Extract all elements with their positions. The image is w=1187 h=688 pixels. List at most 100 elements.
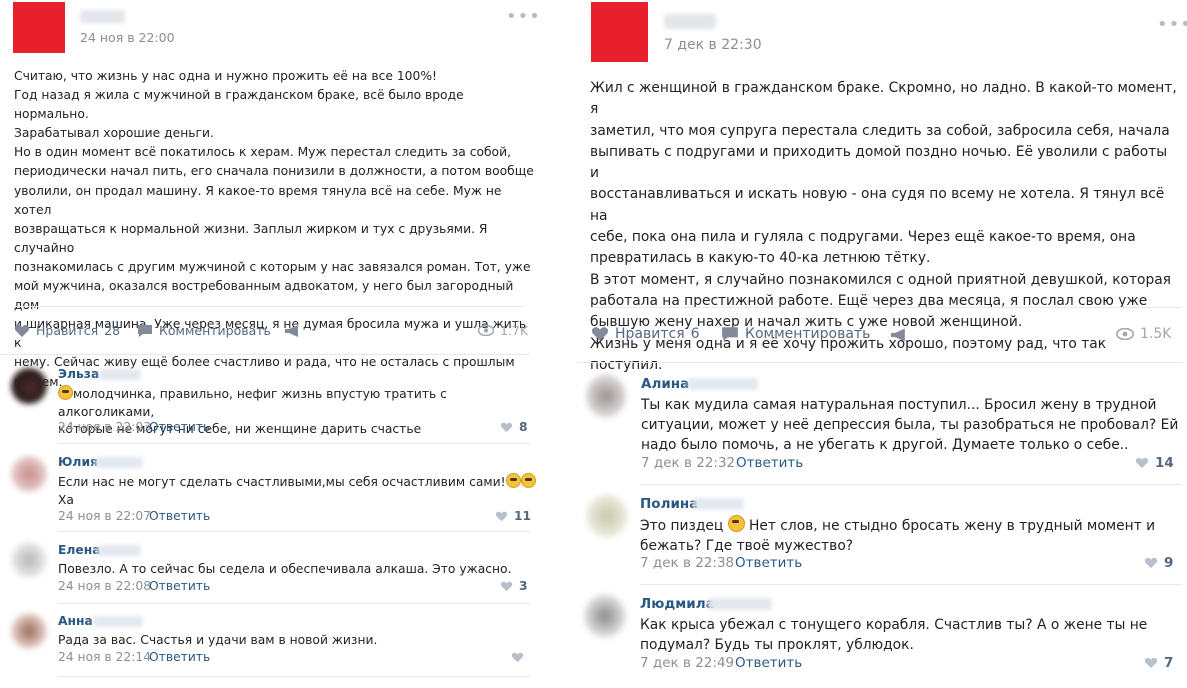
- commenter-name[interactable]: Елена: [58, 543, 101, 557]
- comment-date[interactable]: 24 ноя в 22:14: [58, 650, 151, 664]
- commenter-avatar[interactable]: [11, 613, 47, 649]
- reply-link[interactable]: Ответить: [735, 655, 802, 671]
- commenter-surname-blurred: [93, 616, 143, 627]
- comment-like-count: 9: [1164, 555, 1174, 571]
- comment-text-line: подумал? Будь ты проклят, ублюдок.: [640, 637, 914, 653]
- commenter-name[interactable]: Полина: [640, 496, 698, 512]
- comment: Елена Повезло. А то сейчас бы седела и о…: [0, 538, 540, 600]
- more-options-icon[interactable]: •••: [1157, 14, 1187, 35]
- commenter-name[interactable]: Эльза: [58, 367, 99, 381]
- commenter-name[interactable]: Юлия: [58, 455, 98, 469]
- commenter-name[interactable]: Анна: [58, 614, 93, 628]
- worried-emoji-icon: [727, 515, 745, 532]
- heart-icon: [1144, 557, 1158, 569]
- author-name-blurred[interactable]: [80, 10, 125, 23]
- comment-button[interactable]: Комментировать: [721, 326, 870, 342]
- commenter-surname-blurred: [694, 498, 744, 510]
- more-options-icon[interactable]: •••: [506, 6, 541, 27]
- post-text-line: В этот момент, я случайно познакомился с…: [590, 271, 1171, 288]
- divider: [58, 443, 530, 444]
- comment-text-line: Рада за вас. Счастья и удачи вам в новой…: [58, 633, 378, 647]
- comment-text-line: Ха: [58, 492, 74, 507]
- like-button[interactable]: Нравится 28: [14, 323, 120, 338]
- post-text: Считаю, что жизнь у нас одна и нужно про…: [14, 67, 534, 392]
- author-avatar[interactable]: [591, 2, 648, 62]
- like-button[interactable]: Нравится 6: [591, 326, 700, 342]
- heart-icon: [591, 327, 609, 341]
- divider: [640, 484, 1181, 485]
- comment-text-line: Повезло. А то сейчас бы седела и обеспеч…: [58, 562, 512, 576]
- comment-date[interactable]: 7 дек в 22:49: [640, 655, 734, 671]
- commenter-name[interactable]: Алина: [641, 376, 689, 392]
- commenter-avatar[interactable]: [11, 542, 47, 578]
- divider: [58, 531, 530, 532]
- comment-date[interactable]: 7 дек в 22:38: [640, 555, 734, 571]
- reply-link[interactable]: Ответить: [735, 555, 802, 571]
- comment-like-button[interactable]: [511, 652, 524, 663]
- divider: [14, 306, 524, 307]
- heart-icon: [511, 652, 524, 663]
- comment-like-button[interactable]: 8: [500, 420, 528, 434]
- like-label: Нравится: [615, 326, 685, 342]
- comment-like-button[interactable]: 11: [495, 509, 531, 523]
- author-name-blurred[interactable]: [664, 14, 716, 29]
- comment-date[interactable]: 24 ноя в 22:07: [58, 509, 151, 523]
- comment: Юлия Если нас не могут сделать счастливы…: [0, 450, 540, 530]
- heart-icon: [1135, 457, 1149, 469]
- heart-icon: [500, 422, 513, 432]
- commenter-avatar[interactable]: [586, 374, 626, 418]
- post-text-line: себе, пока она пила и гуляла с подругами…: [590, 229, 1136, 246]
- reply-link[interactable]: Ответить: [149, 650, 210, 664]
- share-icon[interactable]: [890, 327, 908, 343]
- commenter-avatar[interactable]: [11, 456, 47, 492]
- comment: Эльза молодчинка, правильно, нефиг жизнь…: [0, 362, 540, 442]
- views-counter: 1.5K: [1116, 326, 1171, 342]
- sunglasses-emoji-icon: [505, 473, 521, 488]
- commenter-surname-blurred: [99, 369, 141, 380]
- commenter-surname-blurred: [95, 457, 143, 468]
- heart-icon: [1144, 657, 1158, 669]
- comment-icon: [722, 327, 738, 341]
- post-text-line: мой мужчина, оказался востребованным адв…: [14, 279, 514, 312]
- reply-link[interactable]: Ответить: [736, 455, 803, 471]
- comment-text-line: Как крыса убежал с тонущего корабля. Сча…: [640, 617, 1148, 633]
- post-text-line: познакомилась с другим мужчиной с которы…: [14, 259, 531, 274]
- post-text-line: заметил, что моя супруга перестала следи…: [590, 122, 1170, 139]
- commenter-avatar[interactable]: [11, 368, 47, 404]
- comment-like-button[interactable]: 3: [500, 579, 528, 593]
- commenter-surname-blurred: [97, 545, 141, 556]
- comment-text: Если нас не могут сделать счастливыми,мы…: [58, 473, 536, 509]
- post-text-line: уволили, он продал машину. Я какое-то вр…: [14, 183, 502, 217]
- comment-like-count: 8: [519, 420, 528, 434]
- reply-link[interactable]: Ответить: [149, 509, 210, 523]
- author-avatar[interactable]: [13, 2, 65, 53]
- commenter-avatar[interactable]: [586, 494, 628, 538]
- commenter-name[interactable]: Людмила: [640, 596, 715, 612]
- comment-date[interactable]: 7 дек в 22:32: [641, 455, 735, 471]
- comment-like-count: 3: [519, 579, 528, 593]
- post-text-line: Год назад я жила с мужчиной в гражданско…: [14, 88, 464, 122]
- comment-text-line: ситуации, может у неё депрессия была, ты…: [641, 417, 1179, 433]
- post-date[interactable]: 24 ноя в 22:00: [80, 30, 175, 45]
- post-text-line: периодически начал пить, его сначала пон…: [14, 164, 534, 179]
- comment-like-button[interactable]: 9: [1144, 555, 1173, 571]
- divider: [578, 362, 1183, 363]
- comment-date[interactable]: 24 ноя в 22:08: [58, 579, 151, 593]
- left-post: 24 ноя в 22:00 ••• Считаю, что жизнь у н…: [0, 0, 540, 688]
- comment: Людмила Как крыса убежал с тонущего кора…: [578, 590, 1187, 680]
- share-icon[interactable]: [284, 324, 301, 338]
- post-date[interactable]: 7 дек в 22:30: [664, 37, 762, 53]
- comment-date[interactable]: 24 ноя в 22:03: [58, 420, 151, 434]
- post-text-line: Зарабатывал хорошие деньги.: [14, 126, 214, 141]
- reply-link[interactable]: Ответить: [149, 579, 210, 593]
- comment-text: Как крыса убежал с тонущего корабля. Сча…: [640, 615, 1147, 655]
- commenter-avatar[interactable]: [584, 594, 626, 638]
- like-label: Нравится: [36, 323, 99, 338]
- comment-like-button[interactable]: 14: [1135, 455, 1174, 471]
- post-text-line: Жил с женщиной в гражданском браке. Скро…: [590, 80, 1177, 118]
- divider: [591, 307, 1181, 308]
- comment-button[interactable]: Комментировать: [137, 323, 271, 338]
- comment-like-button[interactable]: 7: [1144, 655, 1173, 671]
- comment-label: Комментировать: [159, 323, 271, 338]
- reply-link[interactable]: Ответить: [149, 420, 210, 434]
